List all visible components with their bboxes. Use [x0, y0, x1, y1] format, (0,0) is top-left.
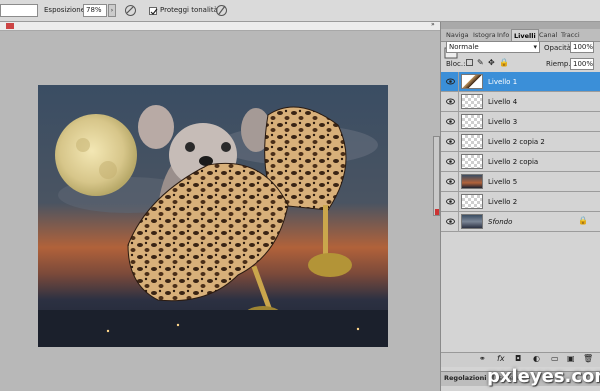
layer-row[interactable]: Livello 2 copia 2 [441, 132, 600, 152]
protect-tones-label: Proteggi tonalità [160, 6, 218, 14]
row-divider [458, 72, 459, 92]
tab-paths[interactable]: Tracci [559, 29, 582, 41]
layers-footer-toolbar: ⚭ fx ◘ ◐ ▭ ▣ 🗑 [441, 352, 600, 367]
lock-pixels-icon[interactable]: ✎ [477, 58, 484, 67]
exposure-slider-arrow-icon[interactable]: › [108, 4, 116, 17]
layer-name: Livello 2 copia [488, 158, 539, 166]
layers-panel: » Naviga Istogra Info Livelli Canal Trac… [431, 21, 600, 391]
row-divider [458, 212, 459, 232]
layer-row[interactable]: Livello 4 [441, 92, 600, 112]
visibility-eye-icon[interactable] [446, 198, 455, 205]
add-mask-icon[interactable]: ◘ [515, 354, 521, 363]
new-group-icon[interactable]: ▭ [551, 354, 559, 363]
collapsed-panel-strip[interactable] [433, 136, 440, 216]
layer-name: Livello 2 copia 2 [488, 138, 545, 146]
layer-row[interactable]: Livello 1 [441, 72, 600, 92]
chevron-down-icon: ▾ [533, 43, 537, 51]
layer-row[interactable]: Sfondo 🔒 [441, 212, 600, 232]
row-divider [458, 172, 459, 192]
options-bar: Esposizione: 78% › Proteggi tonalità [0, 0, 600, 22]
lock-label: Bloc.: [446, 60, 466, 68]
exposure-label: Esposizione: [44, 6, 88, 14]
exposure-input[interactable]: 78% [83, 4, 107, 17]
visibility-eye-icon[interactable] [446, 118, 455, 125]
watermark: pxleyes.com [487, 366, 600, 387]
fill-input[interactable]: 100% [570, 58, 594, 70]
layer-row[interactable]: Livello 2 copia [441, 152, 600, 172]
tab-navigator[interactable]: Naviga [444, 29, 471, 41]
layer-row[interactable]: Livello 3 [441, 112, 600, 132]
pressure-icon[interactable] [215, 4, 228, 17]
blend-mode-dropdown[interactable]: Normale ▾ [446, 41, 540, 53]
airbrush-icon[interactable] [124, 4, 137, 17]
tab-channels[interactable]: Canal [537, 29, 559, 41]
tab-histogram[interactable]: Istogra [471, 29, 498, 41]
layer-lock-icon: 🔒 [578, 216, 588, 225]
lock-position-icon[interactable]: ✥ [488, 58, 495, 67]
visibility-eye-icon[interactable] [446, 178, 455, 185]
layer-thumbnail[interactable] [461, 214, 483, 229]
layer-thumbnail[interactable] [461, 154, 483, 169]
row-divider [458, 132, 459, 152]
row-divider [458, 112, 459, 132]
adjustment-layer-icon[interactable]: ◐ [533, 354, 540, 363]
protect-tones-checkbox[interactable] [149, 7, 158, 15]
new-layer-icon[interactable]: ▣ [567, 354, 575, 363]
visibility-eye-icon[interactable] [446, 138, 455, 145]
layer-row[interactable]: Livello 2 [441, 192, 600, 212]
lock-all-icon[interactable]: 🔒 [499, 58, 509, 67]
layer-name: Livello 4 [488, 98, 518, 106]
collapse-icon[interactable]: » [431, 21, 435, 28]
row-divider [458, 92, 459, 112]
row-divider [458, 152, 459, 172]
panel-header: » [431, 21, 600, 29]
visibility-eye-icon[interactable] [446, 78, 455, 85]
document-close-icon[interactable] [6, 23, 14, 29]
visibility-eye-icon[interactable] [446, 158, 455, 165]
tab-info[interactable]: Info [495, 29, 511, 41]
layer-thumbnail[interactable] [461, 94, 483, 109]
tab-adjustments[interactable]: Regolazioni [444, 374, 486, 382]
visibility-eye-icon[interactable] [446, 98, 455, 105]
layer-style-icon[interactable]: fx [497, 354, 505, 363]
layer-name: Livello 2 [488, 198, 518, 206]
layer-thumbnail[interactable] [461, 74, 483, 89]
layer-thumbnail[interactable] [461, 134, 483, 149]
layer-thumbnail[interactable] [461, 174, 483, 189]
layer-list: Livello 1 Livello 4 Livello 3 Livello 2 cop… [441, 72, 600, 242]
layer-name: Livello 3 [488, 118, 518, 126]
brush-range-dropdown[interactable] [0, 4, 38, 17]
opacity-input[interactable]: 100% [570, 41, 594, 53]
lock-transparency-icon[interactable] [466, 59, 473, 66]
layer-row[interactable]: Livello 5 [441, 172, 600, 192]
color-swatch-icon [435, 209, 439, 215]
visibility-eye-icon[interactable] [446, 218, 455, 225]
link-layers-icon[interactable]: ⚭ [479, 354, 486, 363]
row-divider [458, 192, 459, 212]
document-image [38, 85, 388, 347]
delete-layer-icon[interactable]: 🗑 [583, 354, 593, 363]
layer-thumbnail[interactable] [461, 194, 483, 209]
layer-thumbnail[interactable] [461, 114, 483, 129]
fill-label: Riemp.: [546, 60, 573, 68]
layer-name: Sfondo [488, 218, 513, 226]
layer-name: Livello 5 [488, 178, 518, 186]
layer-name: Livello 1 [488, 78, 518, 86]
